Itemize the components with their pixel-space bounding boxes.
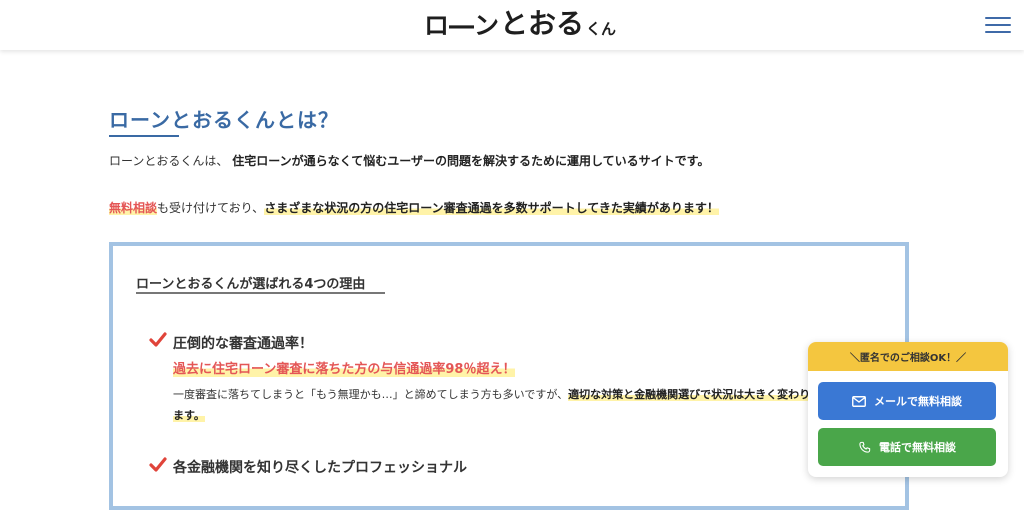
reason-1-highlight: 過去に住宅ローン審査に落ちた方の与信通過率98％超え！: [173, 358, 516, 377]
mail-consult-label: メールで無料相談: [874, 395, 962, 408]
check-icon: [149, 457, 167, 472]
phone-consult-button[interactable]: 電話で無料相談: [818, 428, 996, 466]
reason-1-description: 一度審査に落ちてしまうと「もう無理かも…」と諦めてしまう方も多いですが、適切な対…: [173, 384, 813, 426]
intro-paragraph-2-plain: も受け付けており、: [157, 201, 265, 215]
intro-paragraph-1-bold: 住宅ローンが通らなくて悩むユーザーの問題を解決するために運用しているサイトです。: [232, 154, 710, 168]
consult-widget-header: ＼匿名でのご相談OK！／: [808, 342, 1008, 371]
intro-paragraph-2-highlight: さまざまな状況の方の住宅ローン審査通過を多数サポートしてきた実績があります！: [264, 201, 719, 215]
intro-paragraph-1: ローンとおるくんは、 住宅ローンが通らなくて悩むユーザーの問題を解決するために運…: [109, 152, 709, 169]
mail-icon: [852, 395, 866, 407]
check-icon: [149, 332, 167, 347]
reason-2-title: 各金融機関を知り尽くしたプロフェッショナル: [173, 460, 467, 476]
consult-widget: ＼匿名でのご相談OK！／ メールで無料相談 電話で無料相談: [808, 342, 1008, 477]
logo-text-part1: ロ―ン: [424, 11, 500, 40]
reason-1-desc-plain: 一度審査に落ちてしまうと「もう無理かも…」と諦めてしまう方も多いですが、: [173, 388, 569, 401]
section-title: ローンとおるくんとは？: [109, 108, 339, 132]
reasons-box-title-underline: [136, 292, 385, 294]
reasons-box-title: ローンとおるくんが選ばれる4つの理由: [136, 277, 366, 292]
intro-paragraph-2: 無料相談も受け付けており、さまざまな状況の方の住宅ローン審査通過を多数サポートし…: [109, 199, 719, 216]
reason-1-title: 圧倒的な審査通過率！: [173, 336, 313, 352]
phone-consult-label: 電話で無料相談: [879, 441, 956, 454]
phone-icon: [859, 441, 871, 453]
hamburger-menu-icon[interactable]: [985, 15, 1011, 35]
intro-paragraph-1-plain: ローンとおるくんは、: [109, 154, 229, 168]
section-title-underline: [109, 135, 179, 137]
mail-consult-button[interactable]: メールで無料相談: [818, 382, 996, 420]
logo-text-part2: とおる: [500, 7, 585, 40]
free-consult-text: 無料相談: [109, 201, 158, 215]
site-logo[interactable]: ロ―ン とおる くん: [424, 7, 617, 42]
logo-text-part3: くん: [586, 20, 617, 38]
site-header: ロ―ン とおる くん: [0, 0, 1024, 50]
